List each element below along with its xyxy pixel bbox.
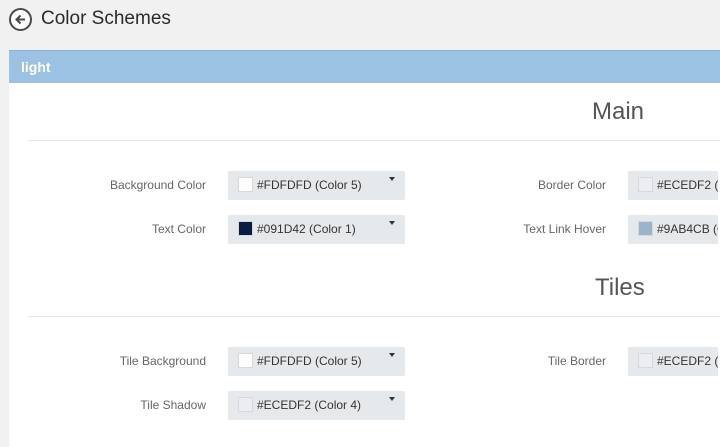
page-title: Color Schemes — [41, 8, 171, 29]
color-swatch — [638, 353, 653, 368]
text-link-hover-select[interactable]: #9AB4CB (Color 3) — [628, 215, 718, 244]
color-swatch — [638, 221, 653, 236]
select-value: #9AB4CB (Color 3) — [657, 222, 718, 236]
border-color-label: Border Color — [537, 178, 606, 192]
text-link-hover-label: Text Link Hover — [523, 222, 606, 236]
back-arrow-icon — [15, 14, 25, 25]
top-bar: Color Schemes — [0, 0, 720, 40]
tile-border-select[interactable]: #ECEDF2 (Color 4) — [628, 347, 718, 376]
color-swatch — [238, 397, 253, 412]
section-divider — [28, 140, 720, 141]
select-value: #ECEDF2 (Color 4) — [657, 178, 718, 192]
tile-border-label: Tile Border — [547, 354, 606, 368]
section-title-main: Main — [592, 98, 645, 125]
select-value: #ECEDF2 (Color 4) — [657, 354, 718, 368]
section-divider — [28, 316, 720, 317]
scheme-name-header[interactable]: light — [9, 50, 720, 83]
scheme-panel: light Main Background Color #FDFDFD (Col… — [9, 50, 720, 447]
caret-down-icon — [389, 397, 395, 401]
tile-shadow-select[interactable]: #ECEDF2 (Color 4) — [228, 391, 405, 420]
section-title-tiles: Tiles — [595, 274, 645, 301]
color-swatch — [638, 177, 653, 192]
border-color-select[interactable]: #ECEDF2 (Color 4) — [628, 171, 718, 200]
tile-shadow-label: Tile Shadow — [140, 398, 206, 412]
back-button[interactable] — [9, 8, 32, 31]
select-value: #ECEDF2 (Color 4) — [257, 398, 362, 412]
